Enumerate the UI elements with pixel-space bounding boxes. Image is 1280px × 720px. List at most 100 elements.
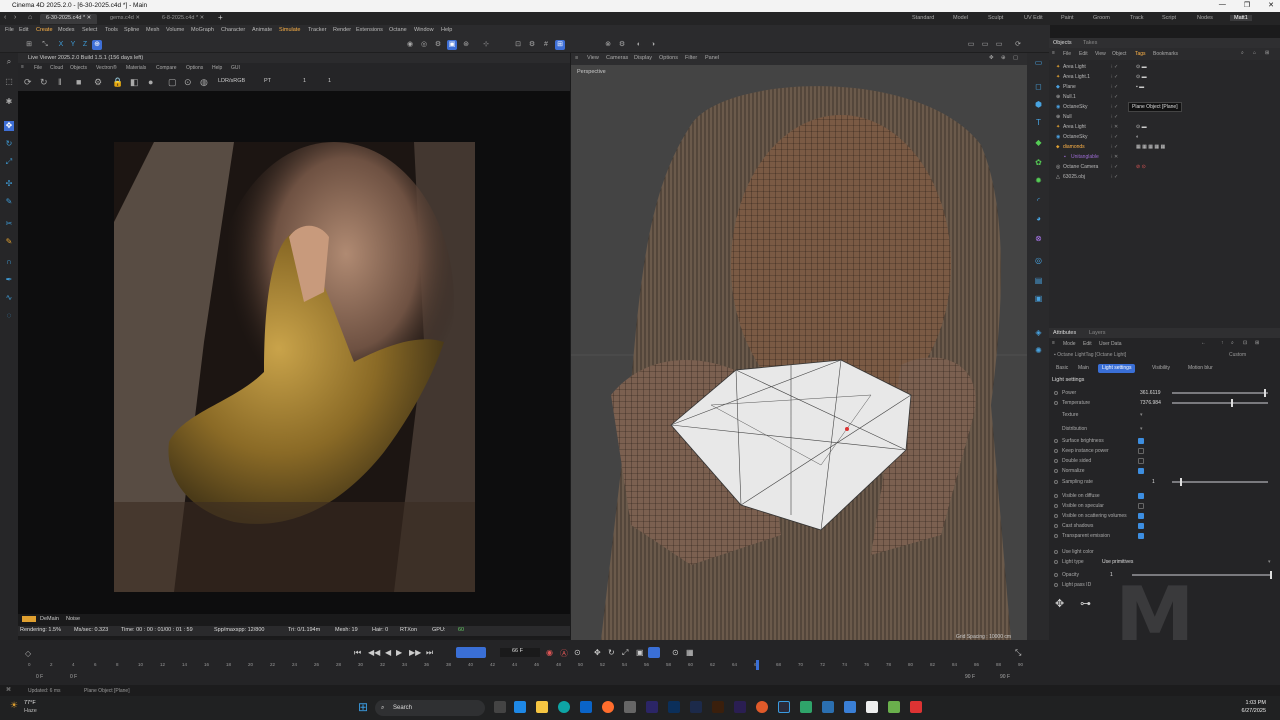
attr-check-2[interactable]: Double sided [1054, 456, 1276, 466]
visibility-dots[interactable]: ⁝ ✓ [1111, 162, 1118, 172]
visibility-dots[interactable]: ⁝ ✓ [1111, 92, 1118, 102]
subtab-motion-blur[interactable]: Motion blur [1188, 365, 1213, 371]
vp-zoom-icon[interactable]: ⊕ [1001, 55, 1006, 61]
frame-b-field[interactable]: 1 [328, 78, 331, 84]
lightroom-icon[interactable] [690, 701, 702, 713]
subtab-visibility[interactable]: Visibility [1152, 365, 1170, 371]
search-icon[interactable]: ⌕ [1241, 50, 1244, 56]
color-picker-icon[interactable]: ● [148, 77, 153, 87]
menu-tracker[interactable]: Tracker [308, 27, 326, 33]
checkbox[interactable] [1138, 458, 1144, 464]
keyframe-selection-icon[interactable]: ⊙ [574, 648, 581, 657]
object-row[interactable]: ⬥ diamonds ⁝ ✓ ▦ ▦ ▦ ▦ ▦ [1056, 142, 1276, 152]
checkbox[interactable] [1138, 493, 1144, 499]
attr-check-0[interactable]: Surface brightness [1054, 436, 1276, 446]
app-lime-icon[interactable] [888, 701, 900, 713]
end-frame[interactable]: 90 F [965, 674, 975, 680]
knife-icon[interactable]: ✂ [4, 219, 14, 229]
attr-power[interactable]: Power 361.6119 [1054, 388, 1276, 398]
menu-window[interactable]: Window [414, 27, 434, 33]
tab-attributes[interactable]: Attributes [1053, 330, 1076, 336]
menu-tools[interactable]: Tools [105, 27, 118, 33]
object-tags[interactable]: ⊘ ⊙ [1136, 162, 1146, 172]
slider-knob[interactable] [1264, 389, 1267, 397]
lock-icon[interactable]: 🔒 [112, 77, 123, 88]
light-type-select[interactable]: Use primitives [1102, 557, 1133, 567]
checkbox[interactable] [1138, 503, 1144, 509]
vp-menu-display[interactable]: Display [634, 55, 652, 61]
lv-menu-help[interactable]: Help [212, 65, 222, 71]
calculator-icon[interactable] [624, 701, 636, 713]
render-settings-icon[interactable]: ⚙ [433, 40, 443, 50]
attr-menu-mode[interactable]: Mode [1063, 341, 1076, 347]
media-encoder-icon[interactable] [734, 701, 746, 713]
sculpt-icon[interactable]: ◌ [4, 311, 14, 321]
stop-icon[interactable]: ■ [76, 77, 81, 87]
back-arrow-icon[interactable]: ← [1201, 340, 1206, 346]
render-view-icon[interactable]: ◉ [405, 40, 415, 50]
layout-groom[interactable]: Groom [1093, 15, 1110, 21]
tab-doc-3[interactable]: 6-8-2025.c4d * ✕ [156, 14, 210, 24]
rot-key-icon[interactable]: ↻ [608, 648, 615, 657]
vp-menu-filter[interactable]: Filter [685, 55, 697, 61]
prev-key-icon[interactable]: ◀◀ [368, 648, 380, 657]
attr-check2-3[interactable]: Cast shadows [1054, 521, 1276, 531]
film-icon[interactable]: ▤ [1033, 275, 1044, 286]
app-blue-icon[interactable] [822, 701, 834, 713]
attr-light-type[interactable]: Light type Use primitives ▾ [1054, 557, 1276, 567]
frame-a-field[interactable]: 1 [303, 78, 306, 84]
refresh-icon[interactable]: ↻ [40, 77, 48, 88]
layout-2-icon[interactable]: ▭ [980, 40, 990, 50]
visibility-dots[interactable]: ⁝ ✓ [1111, 62, 1118, 72]
search-icon[interactable]: ⌕ [1231, 340, 1234, 346]
checkbox[interactable] [1138, 523, 1144, 529]
power-value[interactable]: 361.6119 [1140, 388, 1160, 398]
render-queue-icon[interactable]: ⊛ [461, 40, 471, 50]
scene-icon[interactable]: ▣ [1033, 293, 1044, 304]
lv-menu-file[interactable]: File [34, 65, 42, 71]
new-tab-icon[interactable]: + [218, 13, 223, 22]
cube-outline-icon[interactable]: ▭ [1033, 57, 1044, 68]
pen-icon[interactable]: ✒ [4, 275, 14, 285]
layout-model[interactable]: Model [953, 15, 968, 21]
axis-y-icon[interactable]: Y [68, 40, 78, 50]
keyframe-dot[interactable] [1054, 523, 1058, 528]
clay-icon[interactable]: ◍ [200, 77, 208, 88]
keyframe-dot[interactable] [1054, 400, 1058, 405]
widgets-icon[interactable] [514, 701, 526, 713]
attr-check-3[interactable]: Normalize [1054, 466, 1276, 476]
colorspace-select[interactable]: LDR/sRGB [218, 78, 245, 84]
param-key-icon[interactable]: ▣ [636, 648, 644, 657]
start-frame[interactable]: 0 F [36, 674, 43, 680]
subtab-main[interactable]: Main [1078, 365, 1089, 371]
settings-icon[interactable]: ⚙ [94, 77, 102, 88]
filter-icon[interactable]: ⊞ [1265, 50, 1269, 56]
subtab-light-settings[interactable]: Light settings [1098, 364, 1136, 373]
menu-create[interactable]: Create [36, 27, 53, 33]
cube-icon[interactable]: ◻ [1033, 81, 1044, 92]
app-green-icon[interactable] [800, 701, 812, 713]
attr-check2-0[interactable]: Visible on diffuse [1054, 491, 1276, 501]
visibility-dots[interactable]: ⁝ ✓ [1111, 142, 1118, 152]
menu-edit[interactable]: Edit [19, 27, 28, 33]
goto-start-icon[interactable]: ⏮ [354, 648, 361, 658]
scale-tool-icon[interactable]: ⤢ [4, 157, 14, 167]
visibility-dots[interactable]: ⁝ ✓ [1111, 72, 1118, 82]
current-frame-field[interactable]: 66 F [500, 648, 540, 657]
checkbox[interactable] [1138, 448, 1144, 454]
menu-help[interactable]: Help [441, 27, 452, 33]
keyframe-dot[interactable] [1054, 493, 1058, 498]
vp-menu-panel[interactable]: Panel [705, 55, 719, 61]
obj-menu-file[interactable]: File [1063, 51, 1071, 57]
sampling-value[interactable]: 1 [1152, 477, 1155, 487]
hamburger-icon[interactable]: ≡ [575, 55, 578, 61]
task-view-icon[interactable] [494, 701, 506, 713]
spline-object-icon[interactable]: ◜ [1033, 195, 1044, 206]
channel-demain[interactable]: DeMain [40, 616, 59, 622]
undo-icon[interactable]: ⊞ [24, 40, 34, 50]
keyframe-dot[interactable] [1054, 572, 1058, 577]
vp-menu-options[interactable]: Options [659, 55, 678, 61]
visibility-dots[interactable]: ⁝ ✓ [1111, 112, 1118, 122]
subtab-basic[interactable]: Basic [1056, 365, 1068, 371]
layout-sculpt[interactable]: Sculpt [988, 15, 1003, 21]
